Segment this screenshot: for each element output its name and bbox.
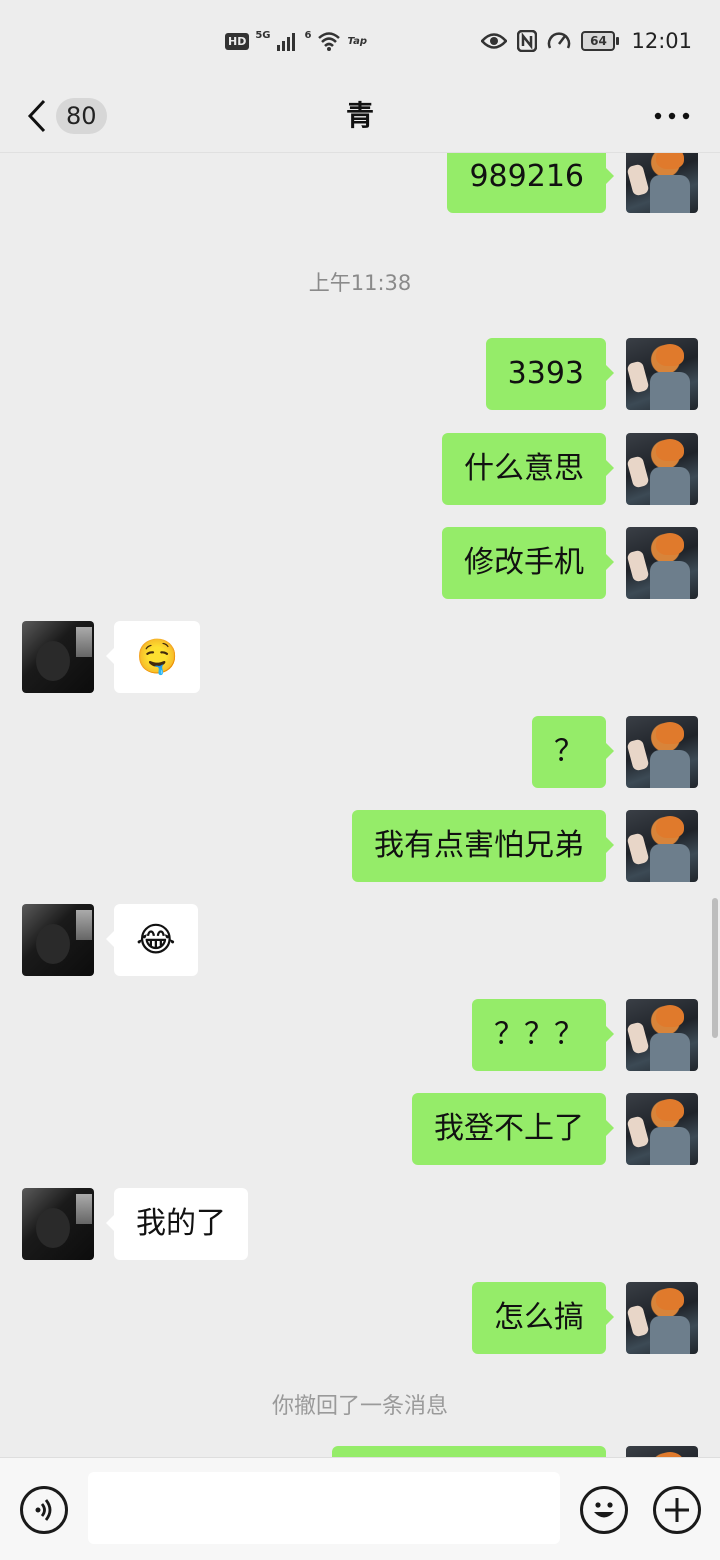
message-bubble[interactable]: 我登不上了: [412, 1093, 614, 1165]
my-avatar[interactable]: [626, 153, 698, 213]
my-avatar[interactable]: [626, 527, 698, 599]
contact-avatar[interactable]: [22, 1188, 94, 1260]
status-bar: HD 5G 6 Tap 64 12:01: [0, 0, 720, 80]
more-functions-button[interactable]: [653, 1486, 701, 1534]
message-bubble-partial[interactable]: [332, 1446, 606, 1457]
message-list[interactable]: 989216 上午11:38 3393 什么意思 修改手机 🤤 ？ 我有点害怕兄…: [0, 153, 720, 1457]
message-row: 🤤: [0, 621, 720, 693]
message-row: 我有点害怕兄弟: [0, 810, 720, 882]
message-bubble[interactable]: 什么意思: [442, 433, 614, 505]
system-notice: 你撤回了一条消息: [271, 1394, 448, 1419]
my-avatar[interactable]: [626, 1282, 698, 1354]
contact-avatar[interactable]: [22, 904, 94, 976]
battery-icon: 64: [581, 31, 620, 51]
message-bubble[interactable]: 989216: [447, 153, 614, 213]
plus-icon: [665, 1498, 689, 1522]
input-bar: [0, 1457, 720, 1560]
message-row: 什么意思: [0, 433, 720, 505]
status-right: 64 12:01: [481, 26, 692, 56]
wifi6-label: 6: [304, 29, 312, 41]
my-avatar[interactable]: [626, 1446, 698, 1457]
emoji-button[interactable]: [580, 1486, 628, 1534]
message-row: 😂: [0, 904, 720, 976]
message-row: 修改手机: [0, 527, 720, 599]
message-row: 怎么搞: [0, 1282, 720, 1354]
message-bubble[interactable]: 怎么搞: [472, 1282, 614, 1354]
my-avatar[interactable]: [626, 1093, 698, 1165]
message-bubble[interactable]: 我有点害怕兄弟: [352, 810, 614, 882]
page-title: 青: [345, 99, 374, 132]
message-bubble[interactable]: 3393: [485, 338, 615, 410]
status-left: HD 5G 6 Tap: [225, 28, 367, 54]
my-avatar[interactable]: [626, 810, 698, 882]
message-row: 我的了: [0, 1188, 720, 1260]
clock: 12:01: [631, 29, 692, 53]
emoji-message-bubble[interactable]: 🤤: [105, 621, 201, 693]
tap-label: Tap: [347, 35, 368, 47]
message-row: 3393: [0, 338, 720, 410]
message-row: ？: [0, 716, 720, 788]
message-input[interactable]: [88, 1472, 560, 1544]
wifi-icon: [318, 32, 341, 51]
my-avatar[interactable]: [626, 716, 698, 788]
message-bubble[interactable]: 修改手机: [442, 527, 614, 599]
scrollbar[interactable]: [712, 898, 718, 1038]
chat-header: 80 青: [0, 80, 720, 153]
eye-icon: [481, 33, 508, 49]
message-bubble[interactable]: ？: [532, 716, 614, 788]
message-row: 我登不上了: [0, 1093, 720, 1165]
emoji-message-bubble[interactable]: 😂: [106, 904, 198, 976]
more-dots-icon: [654, 112, 690, 120]
my-avatar[interactable]: [626, 999, 698, 1071]
message-row: ？？？: [0, 999, 720, 1071]
message-bubble[interactable]: 我的了: [106, 1188, 248, 1260]
message-row: [0, 1446, 720, 1457]
signal-icon: [276, 33, 295, 51]
smile-icon: [594, 1502, 614, 1518]
message-bubble[interactable]: ？？？: [472, 999, 614, 1071]
voice-button[interactable]: [20, 1486, 68, 1534]
time-divider: 上午11:38: [308, 271, 412, 295]
contact-avatar[interactable]: [22, 621, 94, 693]
speed-icon: [548, 32, 571, 49]
nfc-icon: [517, 30, 538, 52]
my-avatar[interactable]: [626, 433, 698, 505]
more-options-button[interactable]: [652, 98, 692, 134]
hd-icon: HD: [225, 32, 250, 50]
message-row: 989216: [0, 153, 720, 213]
my-avatar[interactable]: [626, 338, 698, 410]
voice-icon: [35, 1499, 52, 1521]
5g-label: 5G: [255, 29, 271, 41]
